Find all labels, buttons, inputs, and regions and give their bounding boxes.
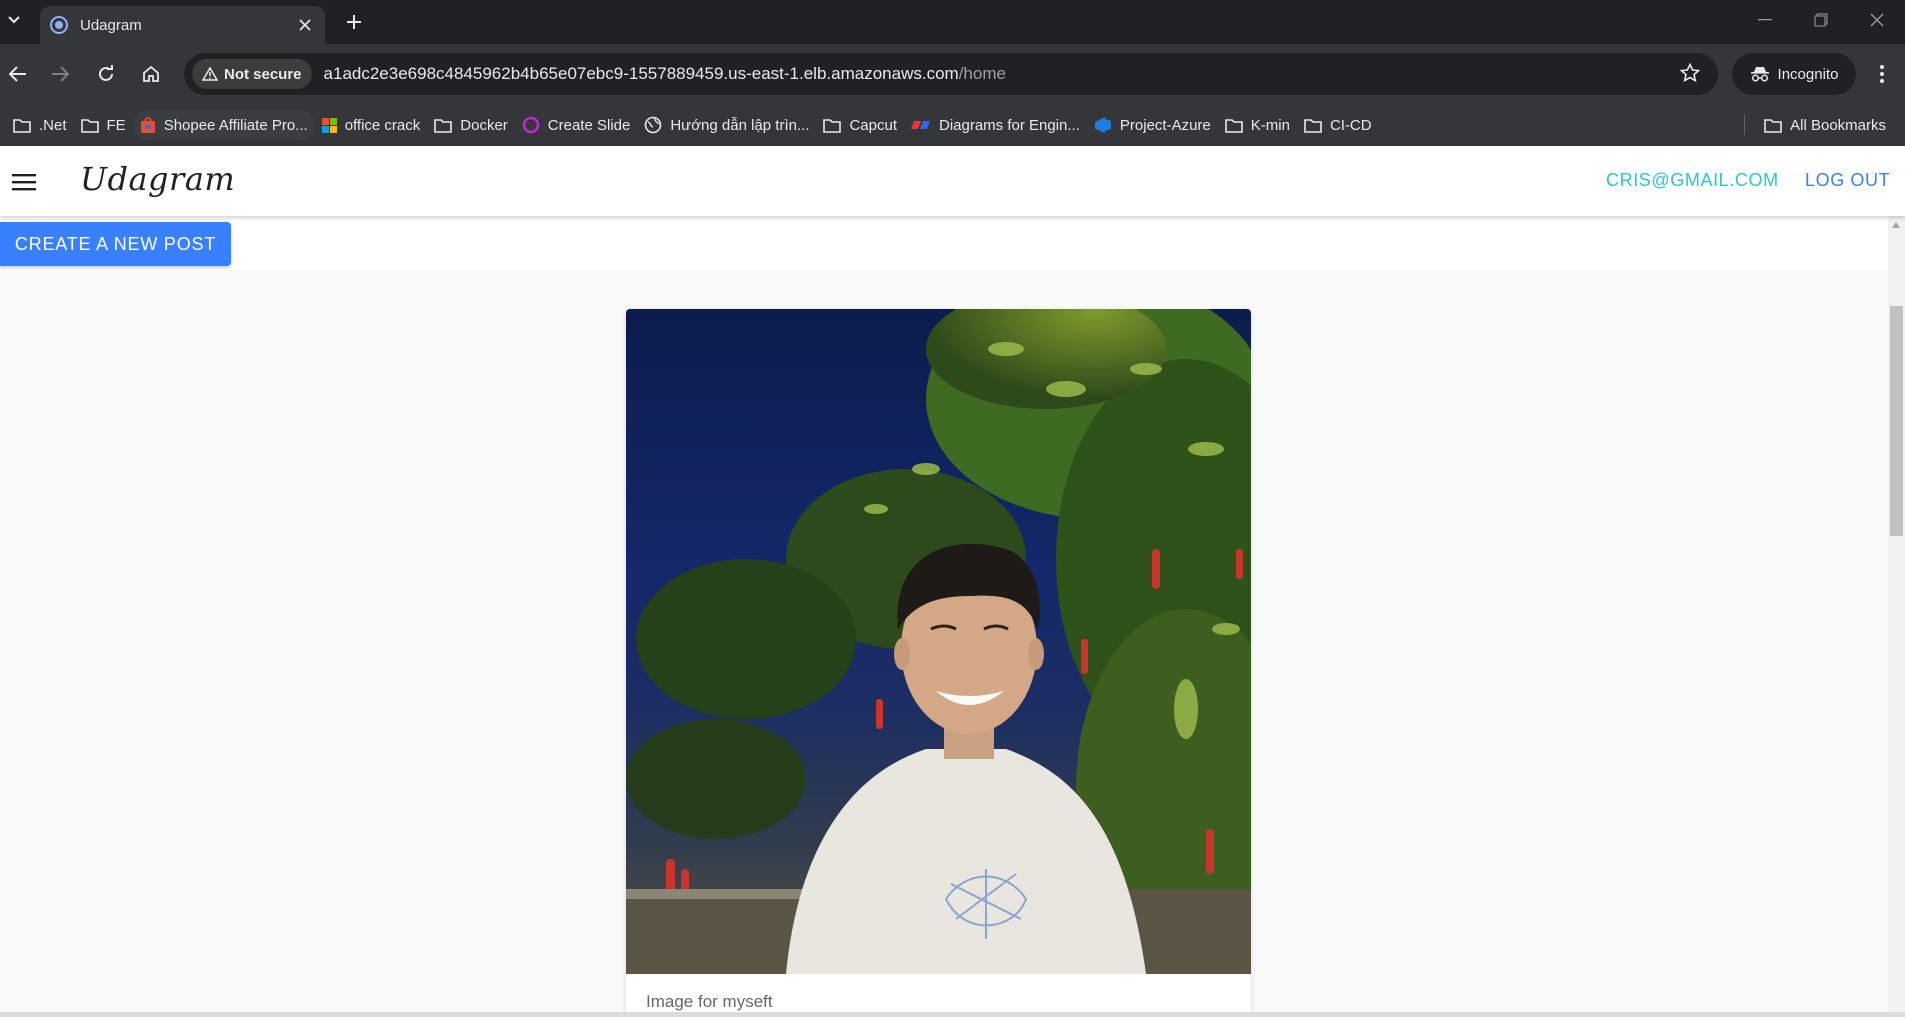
restore-icon[interactable] [1793,0,1849,40]
bookmark-project-azure[interactable]: Project-Azure [1087,110,1218,140]
bookmark-label: K-min [1250,116,1290,134]
bookmark-label: FE [106,116,126,134]
bookmark-shopee-affiliate[interactable]: Shopee Affiliate Pro... [132,110,315,140]
bookmark-capcut[interactable]: Capcut [816,110,904,140]
post-image[interactable] [626,309,1251,974]
folder-icon [1304,118,1322,133]
back-arrow-icon[interactable] [2,58,34,90]
bookmark-fe[interactable]: FE [74,110,133,140]
microsoft-icon [321,117,337,133]
bookmark-label: Create Slide [547,116,631,134]
app-header: Udagram CRIS@GMAIL.COM LOG OUT [0,146,1905,216]
folder-icon [13,118,31,133]
app-brand[interactable]: Udagram [80,160,235,198]
bookmark-create-slide[interactable]: Create Slide [515,110,638,140]
folder-icon [823,118,842,133]
url-text: a1adc2e3e698c4845962b4b65e07ebc9-1557889… [324,64,1006,84]
shopee-icon [140,116,156,134]
post-caption: Image for myseft [646,992,773,1011]
scrollbar-thumb[interactable] [1890,306,1903,536]
action-bar [0,216,1890,270]
url-host: a1adc2e3e698c4845962b4b65e07ebc9-1557889… [323,64,959,83]
incognito-profile-button[interactable]: Incognito [1732,53,1856,95]
bottom-edge [0,1012,1905,1017]
bookmark-label: Capcut [849,116,897,134]
forward-arrow-icon[interactable] [44,58,76,90]
bookmarks-separator [1744,115,1746,135]
url-path: /home [958,64,1006,83]
bookmark-ci-cd[interactable]: CI-CD [1297,110,1379,140]
bookmark-office-crack[interactable]: office crack [315,110,428,140]
incognito-label: Incognito [1777,65,1839,83]
bookmark-star-icon[interactable] [1679,62,1701,88]
folder-icon [80,118,99,133]
bookmark-docker[interactable]: Docker [427,110,515,140]
bookmark-label: Docker [460,116,508,134]
diagrams-icon [911,119,931,131]
not-secure-chip[interactable]: Not secure [192,59,312,89]
page-scrollbar[interactable] [1888,216,1905,1017]
close-window-icon[interactable] [1849,0,1905,40]
window-controls [1737,0,1905,40]
browser-tabstrip: Udagram [0,0,1905,44]
bookmark-label: Diagrams for Engin... [939,116,1080,134]
slide-icon [522,116,540,134]
bookmark-diagrams[interactable]: Diagrams for Engin... [904,110,1087,140]
new-tab-plus-icon[interactable] [340,8,368,36]
bookmark-label: Shopee Affiliate Pro... [163,116,308,134]
minimize-icon[interactable] [1737,0,1793,40]
all-bookmarks-label: All Bookmarks [1790,116,1886,134]
home-icon[interactable] [135,58,167,90]
user-email-link[interactable]: CRIS@GMAIL.COM [1606,170,1779,191]
bookmark-label: .Net [39,116,67,134]
security-label: Not secure [224,65,302,83]
folder-icon [1764,118,1782,133]
folder-icon [1224,118,1243,133]
bookmark-k-min[interactable]: K-min [1218,110,1297,140]
post-card: Image for myseft [626,309,1251,1017]
globe-icon [644,116,662,134]
incognito-icon [1750,67,1769,82]
udagram-page: Udagram CRIS@GMAIL.COM LOG OUT CREATE A … [0,146,1905,1017]
close-tab-icon[interactable] [295,15,315,35]
browser-menu-kebab-icon[interactable] [1870,58,1894,90]
browser-toolbar: Not secure a1adc2e3e698c4845962b4b65e07e… [0,44,1905,104]
create-new-post-button[interactable]: CREATE A NEW POST [0,222,231,266]
all-bookmarks-button[interactable]: All Bookmarks [1757,110,1893,140]
post-photo-illustration [626,309,1251,974]
udagram-favicon-icon [50,16,68,34]
bookmark-net[interactable]: .Net [6,110,74,140]
tab-search-chevron-icon[interactable] [2,6,26,34]
logout-button[interactable]: LOG OUT [1805,170,1890,191]
reload-icon[interactable] [90,58,122,90]
bookmark-label: CI-CD [1329,116,1372,134]
scroll-up-arrow-icon[interactable] [1892,222,1900,228]
hamburger-menu-icon[interactable] [10,168,38,196]
folder-icon [434,118,453,133]
warning-triangle-icon [202,67,218,81]
bookmark-label: Project-Azure [1119,116,1211,134]
bookmark-huong-dan[interactable]: Hướng dẫn lập trìn... [637,110,816,140]
bookmark-label: office crack [344,116,421,134]
bookmarks-bar: .Net FE Shopee Affiliate Pro... office c… [0,104,1905,146]
bookmark-label: Hướng dẫn lập trìn... [670,116,810,134]
browser-tab-udagram[interactable]: Udagram [40,6,325,44]
address-bar[interactable]: Not secure a1adc2e3e698c4845962b4b65e07e… [184,53,1718,95]
azure-devops-icon [1094,116,1112,134]
tab-title: Udagram [80,16,142,34]
